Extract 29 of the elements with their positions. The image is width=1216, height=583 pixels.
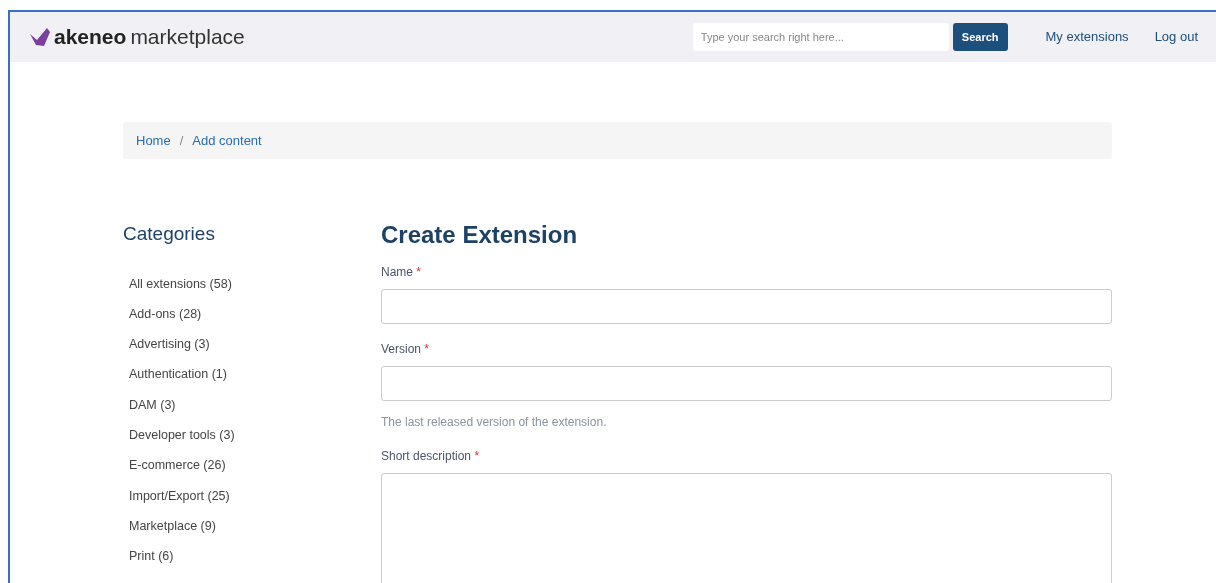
category-link[interactable]: All extensions (58) (129, 274, 232, 294)
textarea-field[interactable] (381, 473, 1112, 583)
logo-icon (30, 28, 50, 46)
category-link[interactable]: Advertising (3) (129, 335, 210, 354)
category-link[interactable]: Import/Export (25) (129, 486, 230, 506)
breadcrumb-separator: / (179, 131, 184, 150)
field-label: Version * (381, 341, 431, 358)
brand-name: akeneo (54, 24, 127, 51)
search-field[interactable]: Type your search right here... (692, 23, 949, 51)
category-link[interactable]: Print (6) (129, 547, 174, 566)
input-field[interactable] (381, 289, 1112, 324)
form-title: Create Extension (381, 220, 579, 250)
brand-subtitle: marketplace (130, 24, 245, 51)
category-link[interactable]: E-commerce (26) (129, 456, 226, 476)
help-text: The last released version of the extension. (381, 414, 608, 431)
field-label: Short description * (381, 448, 481, 465)
category-link[interactable]: Developer tools (3) (129, 426, 235, 445)
sidebar-title: Categories (123, 222, 216, 246)
input-field[interactable] (381, 366, 1112, 401)
category-link[interactable]: Add-ons (28) (129, 304, 202, 324)
category-link[interactable]: Authentication (1) (129, 365, 227, 385)
breadcrumb-link[interactable]: Home (136, 130, 171, 151)
field-label: Name * (381, 264, 422, 281)
breadcrumb-link[interactable]: Add content (192, 130, 262, 151)
search-button[interactable]: Search (952, 23, 1008, 51)
nav-link[interactable]: Log out (1154, 27, 1198, 47)
category-link[interactable]: Marketplace (9) (129, 516, 216, 536)
category-link[interactable]: DAM (3) (129, 395, 176, 415)
nav-link[interactable]: My extensions (1045, 27, 1129, 47)
